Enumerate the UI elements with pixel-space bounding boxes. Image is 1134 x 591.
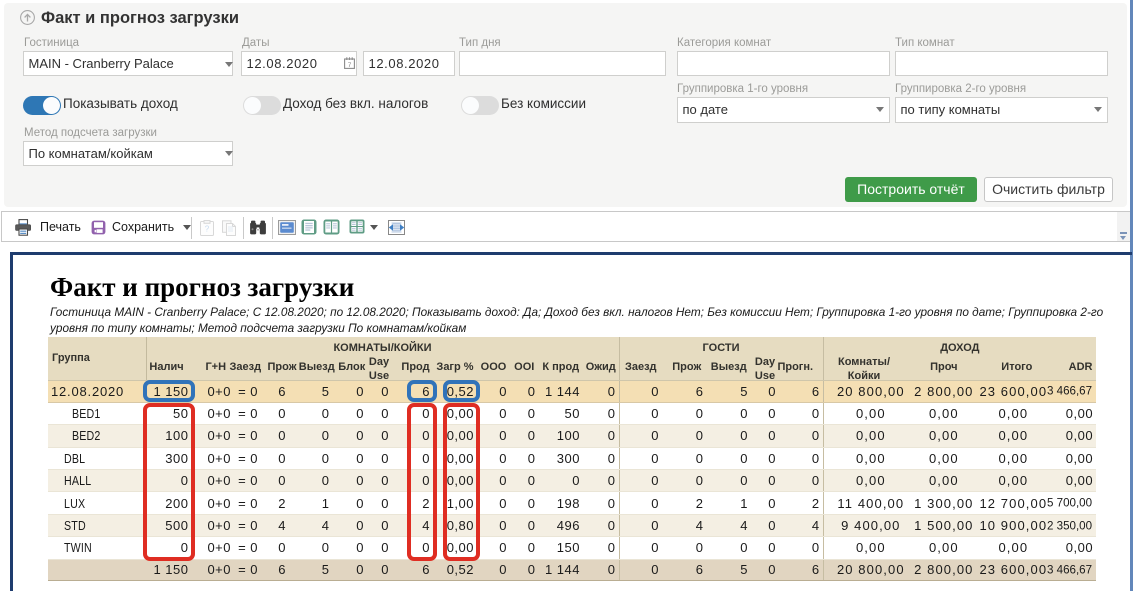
svg-text:?: ? xyxy=(205,225,210,234)
svg-text:7: 7 xyxy=(348,62,352,69)
